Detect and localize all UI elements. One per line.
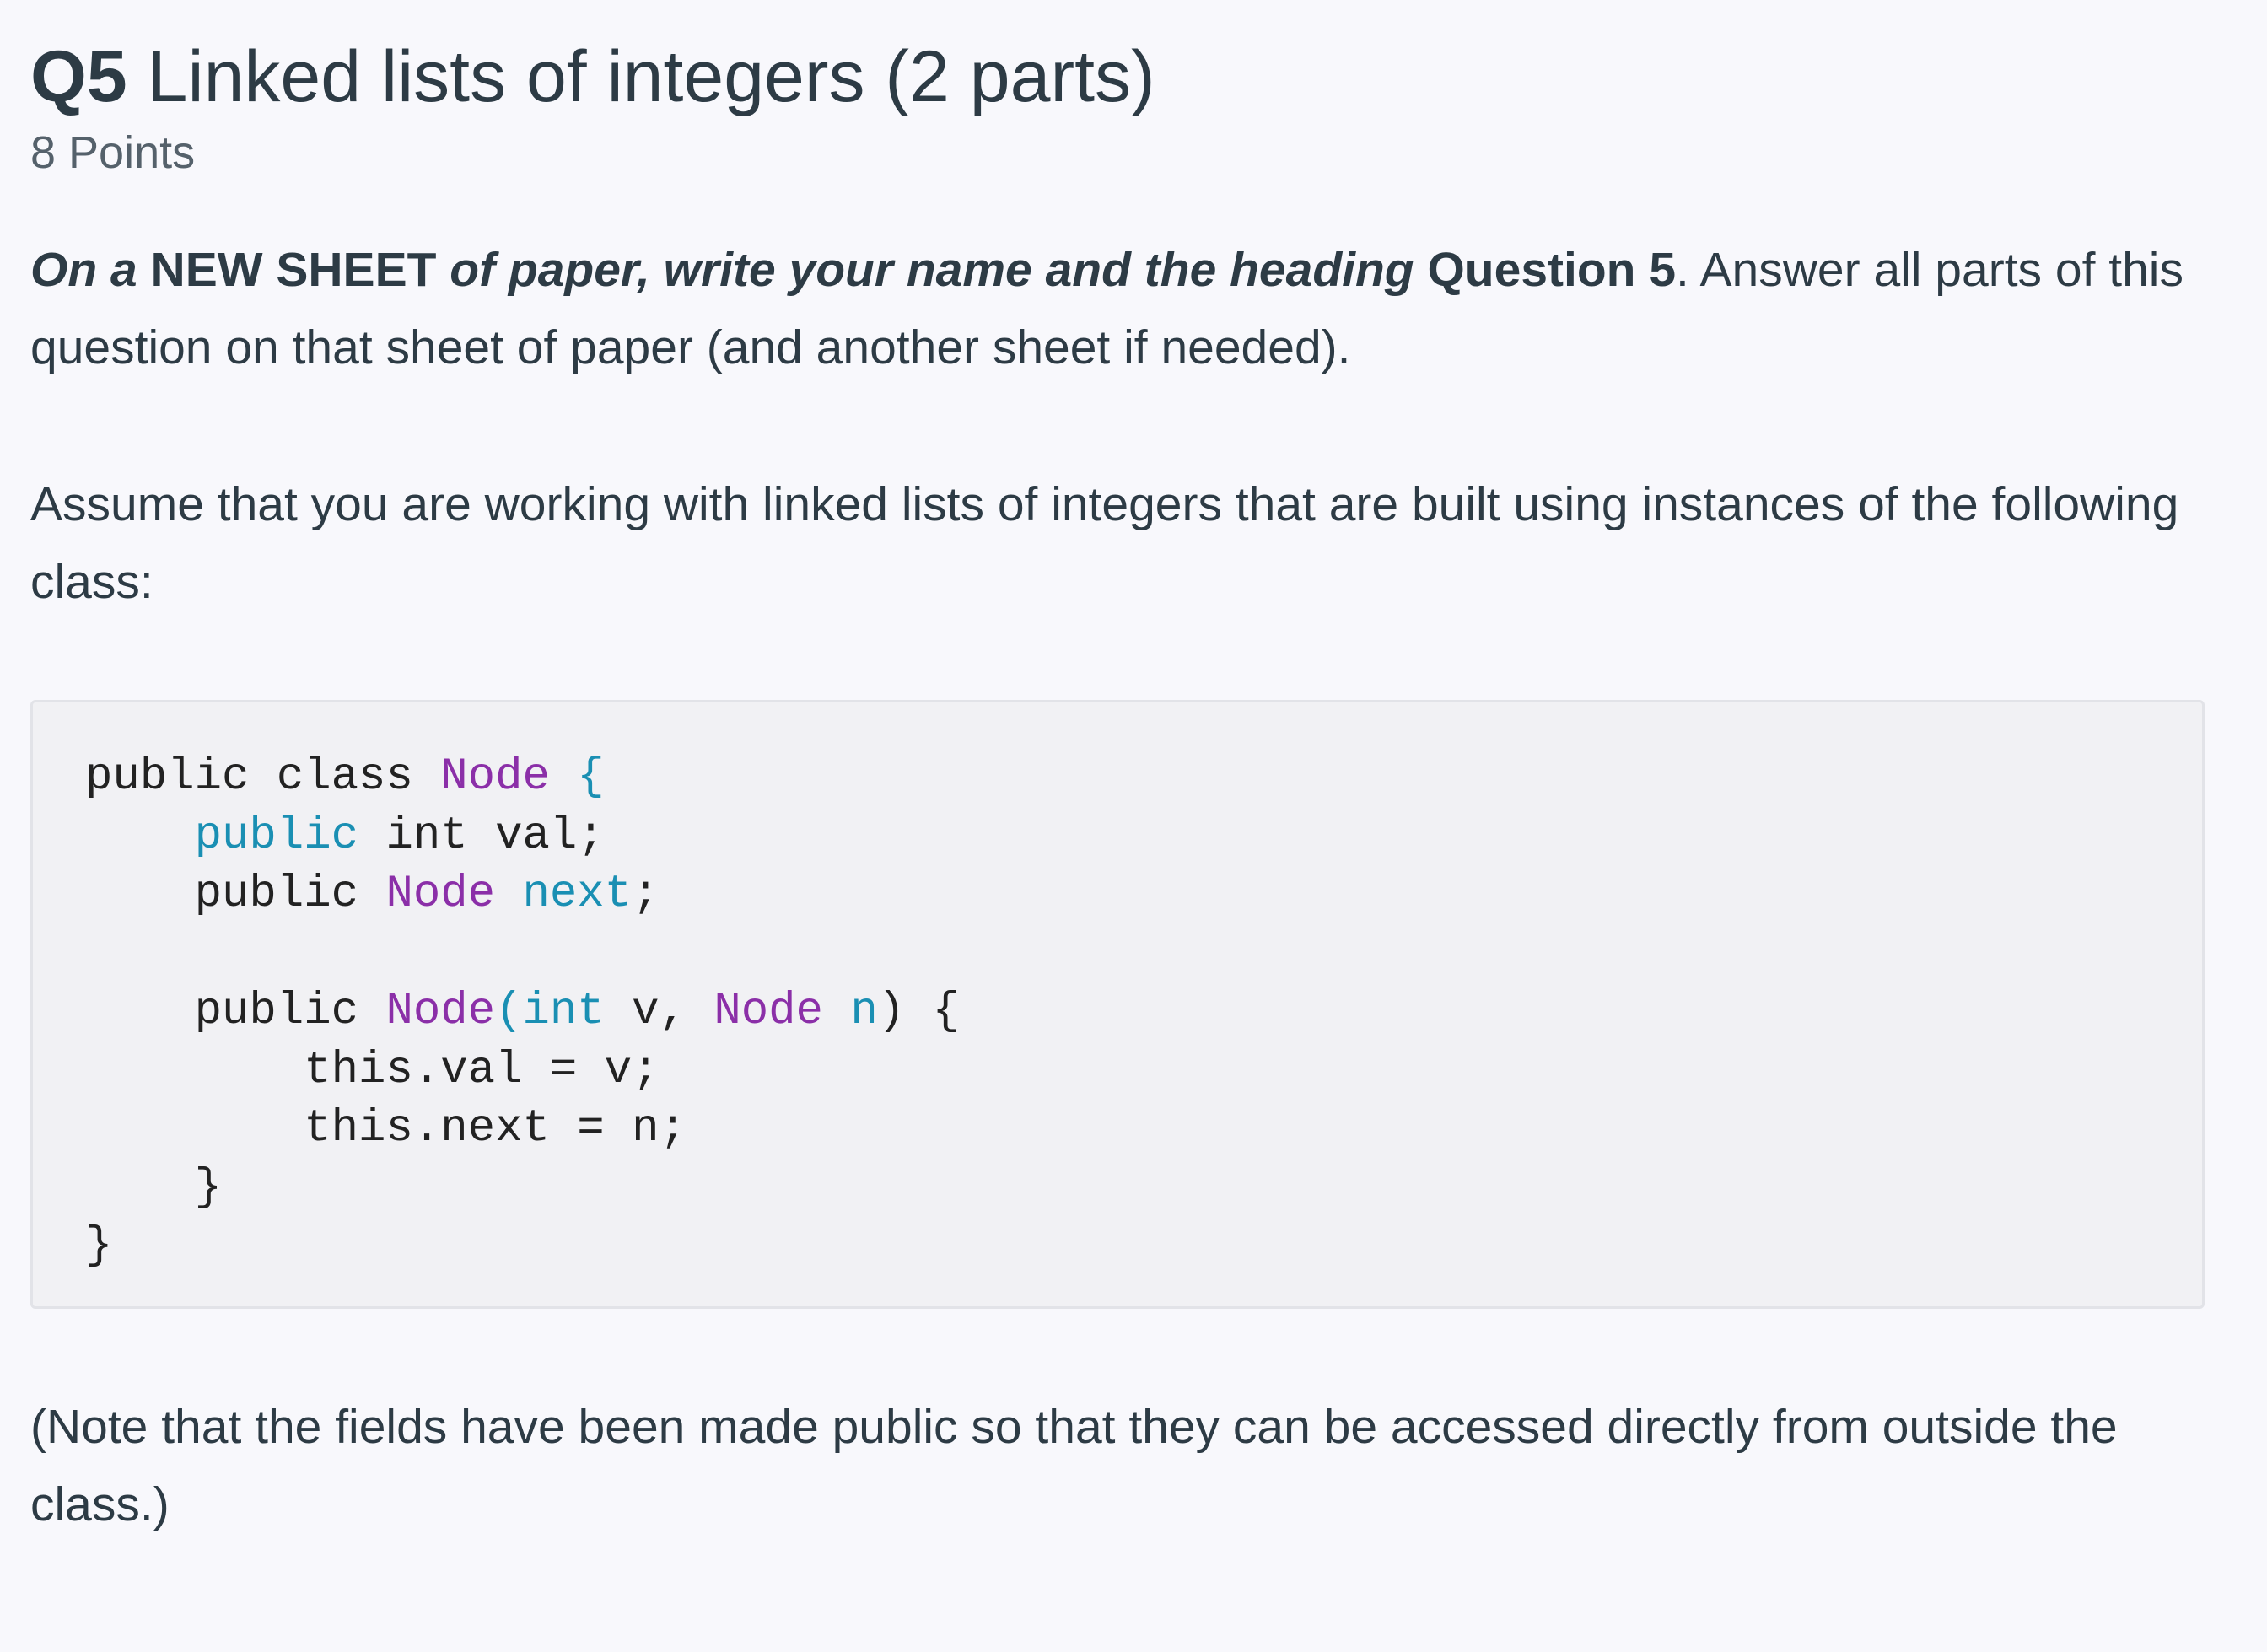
code-line: public Node next;	[85, 869, 660, 920]
instructions-new-sheet: NEW SHEET	[150, 243, 437, 297]
code-listing: public class Node { public int val; publ…	[85, 748, 960, 1276]
note-paragraph: (Note that the fields have been made pub…	[30, 1400, 2118, 1531]
question-title-text: Linked lists of integers (2 parts)	[147, 36, 1155, 117]
instructions-emphasis: On a	[30, 243, 137, 297]
question-number: Q5	[30, 36, 127, 117]
instructions-heading: Question 5	[1427, 243, 1677, 297]
code-line: public class Node {	[85, 751, 605, 803]
code-line: this.next = n;	[85, 1103, 687, 1154]
quiz-question: Q5 Linked lists of integers (2 parts) 8 …	[30, 0, 2215, 1652]
instructions-paragraph: On a NEW SHEET of paper, write your name…	[30, 231, 2215, 386]
code-block: public class Node { public int val; publ…	[30, 700, 2205, 1309]
code-line: }	[85, 1161, 223, 1213]
code-line: this.val = v;	[85, 1044, 660, 1096]
intro-paragraph: Assume that you are working with linked …	[30, 477, 2179, 609]
code-line: }	[85, 1220, 113, 1272]
question-title: Q5 Linked lists of integers (2 parts)	[30, 30, 1155, 123]
question-points: 8 Points	[30, 127, 196, 178]
code-line: public Node(int v, Node n) {	[85, 986, 960, 1037]
code-line: public int val;	[194, 810, 605, 862]
instructions-emphasis: of paper, write your name and the headin…	[450, 243, 1414, 297]
